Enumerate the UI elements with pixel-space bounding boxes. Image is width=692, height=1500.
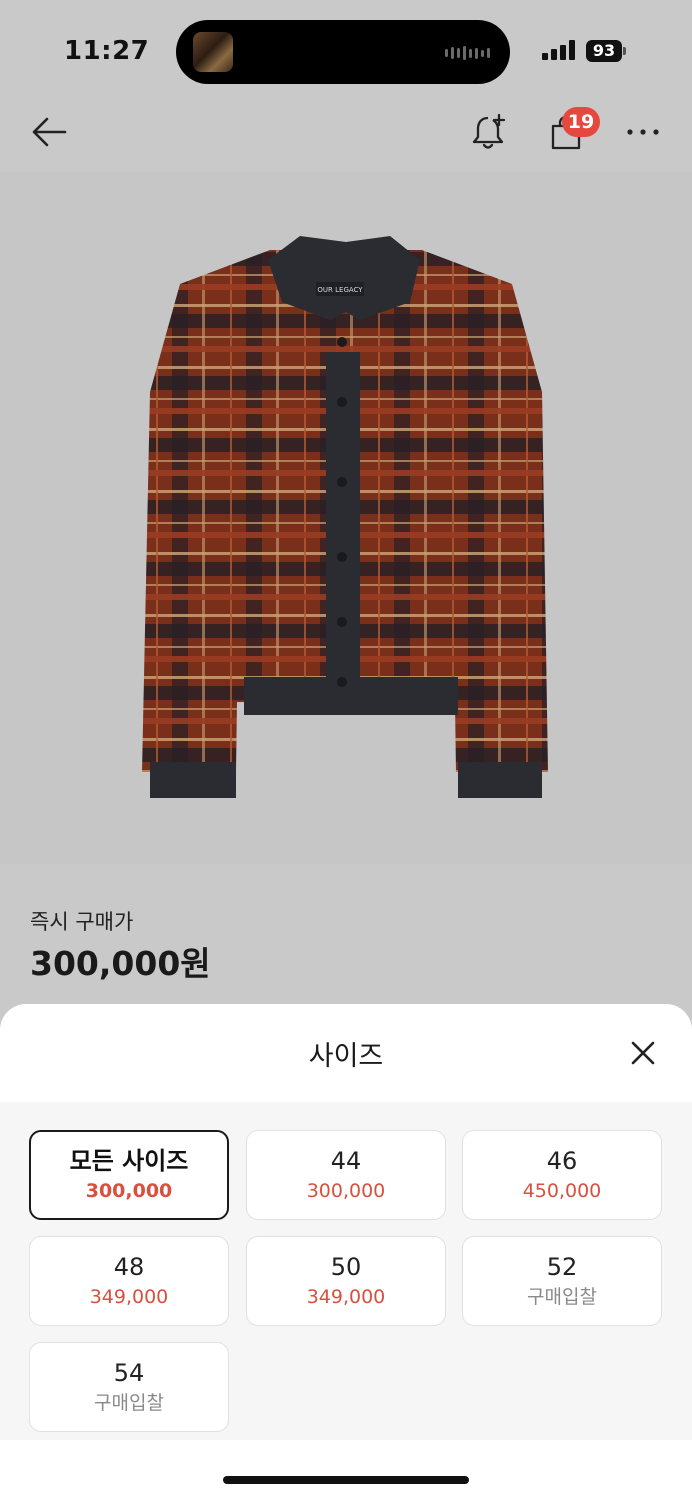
size-option-bid-label: 구매입찰	[527, 1286, 597, 1308]
status-time: 11:27	[64, 36, 150, 66]
product-image[interactable]: OUR LEGACY	[0, 172, 692, 864]
cellular-signal-icon	[542, 40, 575, 60]
home-indicator[interactable]	[223, 1476, 469, 1484]
size-options-grid: 모든 사이즈 300,000 44 300,000 46 450,000 48 …	[0, 1102, 692, 1440]
size-option-48[interactable]: 48 349,000	[29, 1236, 229, 1326]
size-option-price: 349,000	[89, 1286, 169, 1308]
size-option-price: 300,000	[85, 1180, 173, 1202]
more-dots-icon	[627, 129, 659, 135]
size-option-54[interactable]: 54 구매입찰	[29, 1342, 229, 1432]
instant-buy-price: 300,000원	[30, 944, 211, 983]
battery-icon: 93	[586, 40, 626, 62]
price-alert-button[interactable]	[462, 100, 514, 164]
size-option-label: 52	[546, 1253, 578, 1281]
size-option-all[interactable]: 모든 사이즈 300,000	[29, 1130, 229, 1220]
now-playing-artwork	[193, 32, 233, 72]
size-option-price: 349,000	[306, 1286, 386, 1308]
battery-level: 93	[586, 40, 622, 62]
size-option-50[interactable]: 50 349,000	[246, 1236, 446, 1326]
cart-count-badge: 19	[562, 107, 600, 137]
size-option-label: 50	[330, 1253, 362, 1281]
arrow-left-icon	[32, 117, 67, 147]
size-option-label: 모든 사이즈	[69, 1147, 189, 1175]
sheet-header: 사이즈	[0, 1004, 692, 1102]
brand-label: OUR LEGACY	[317, 286, 363, 294]
sheet-title: 사이즈	[308, 1041, 384, 1072]
audio-wave-icon	[445, 46, 490, 60]
bell-plus-icon	[472, 113, 506, 149]
size-option-label: 48	[113, 1253, 145, 1281]
cardigan-illustration: OUR LEGACY	[142, 236, 548, 798]
size-option-price: 300,000	[306, 1180, 386, 1202]
size-option-label: 44	[330, 1147, 362, 1175]
size-option-label: 46	[546, 1147, 578, 1175]
size-option-44[interactable]: 44 300,000	[246, 1130, 446, 1220]
size-bottom-sheet: 사이즈 모든 사이즈 300,000 44 300,000 46 450,000…	[0, 1004, 692, 1500]
close-button[interactable]	[622, 1032, 664, 1074]
size-option-52[interactable]: 52 구매입찰	[462, 1236, 662, 1326]
size-option-46[interactable]: 46 450,000	[462, 1130, 662, 1220]
size-option-label: 54	[113, 1359, 145, 1387]
size-option-price: 450,000	[522, 1180, 602, 1202]
status-bar: 11:27 93	[0, 0, 692, 100]
close-icon	[631, 1041, 655, 1065]
instant-buy-price-label: 즉시 구매가	[30, 910, 134, 934]
more-button[interactable]	[618, 100, 668, 164]
size-option-bid-label: 구매입찰	[94, 1392, 164, 1414]
dynamic-island[interactable]	[176, 20, 510, 84]
back-button[interactable]	[24, 100, 74, 164]
